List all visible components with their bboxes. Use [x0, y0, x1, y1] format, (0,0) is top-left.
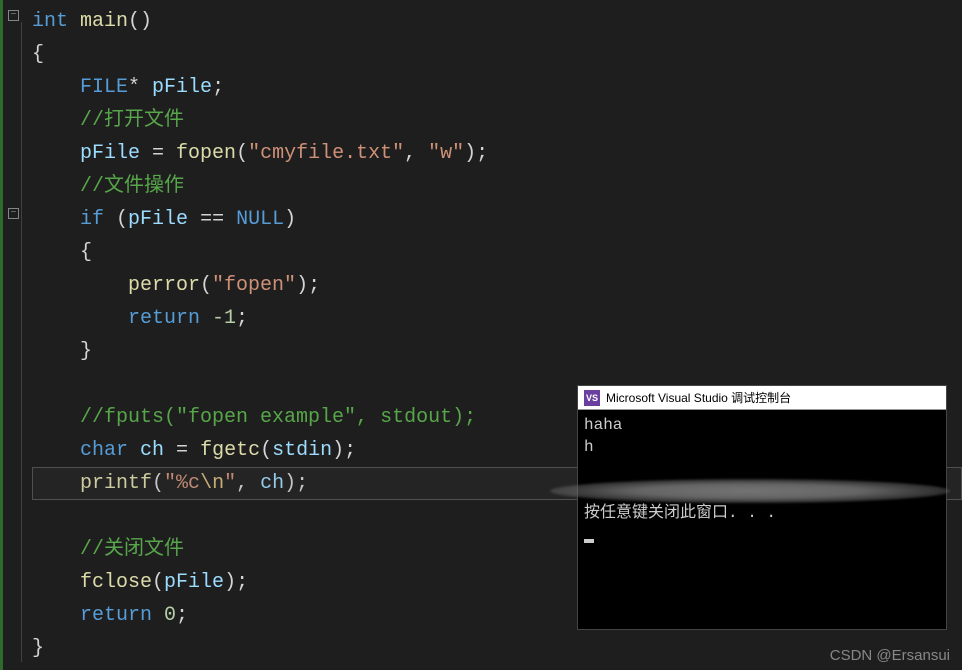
- code-line[interactable]: if (pFile == NULL): [32, 203, 962, 236]
- code-line[interactable]: FILE* pFile;: [32, 71, 962, 104]
- code-line[interactable]: pFile = fopen("cmyfile.txt", "w");: [32, 137, 962, 170]
- redaction-smudge: [550, 479, 950, 503]
- console-titlebar[interactable]: VS Microsoft Visual Studio 调试控制台: [578, 386, 946, 410]
- change-indicator-bar: [0, 0, 3, 670]
- fold-gutter: − −: [8, 0, 26, 670]
- vs-icon: VS: [584, 390, 600, 406]
- code-line[interactable]: return -1;: [32, 302, 962, 335]
- code-line[interactable]: perror("fopen");: [32, 269, 962, 302]
- fold-toggle-if[interactable]: −: [8, 208, 19, 219]
- console-line: haha: [584, 414, 940, 436]
- watermark: CSDN @Ersansui: [830, 647, 950, 664]
- console-line: h: [584, 436, 940, 458]
- console-cursor-line: [584, 524, 940, 546]
- code-line[interactable]: //打开文件: [32, 104, 962, 137]
- debug-console-window[interactable]: VS Microsoft Visual Studio 调试控制台 haha h …: [577, 385, 947, 630]
- fold-guide-line: [21, 22, 22, 662]
- cursor-icon: [584, 539, 594, 543]
- console-title-text: Microsoft Visual Studio 调试控制台: [606, 389, 791, 406]
- code-line[interactable]: //文件操作: [32, 170, 962, 203]
- code-line[interactable]: {: [32, 236, 962, 269]
- code-line[interactable]: }: [32, 632, 962, 665]
- code-line[interactable]: int main(): [32, 5, 962, 38]
- code-line[interactable]: {: [32, 38, 962, 71]
- code-line[interactable]: }: [32, 335, 962, 368]
- console-line: [584, 458, 940, 480]
- fold-toggle-main[interactable]: −: [8, 10, 19, 21]
- console-line: 按任意键关闭此窗口. . .: [584, 502, 940, 524]
